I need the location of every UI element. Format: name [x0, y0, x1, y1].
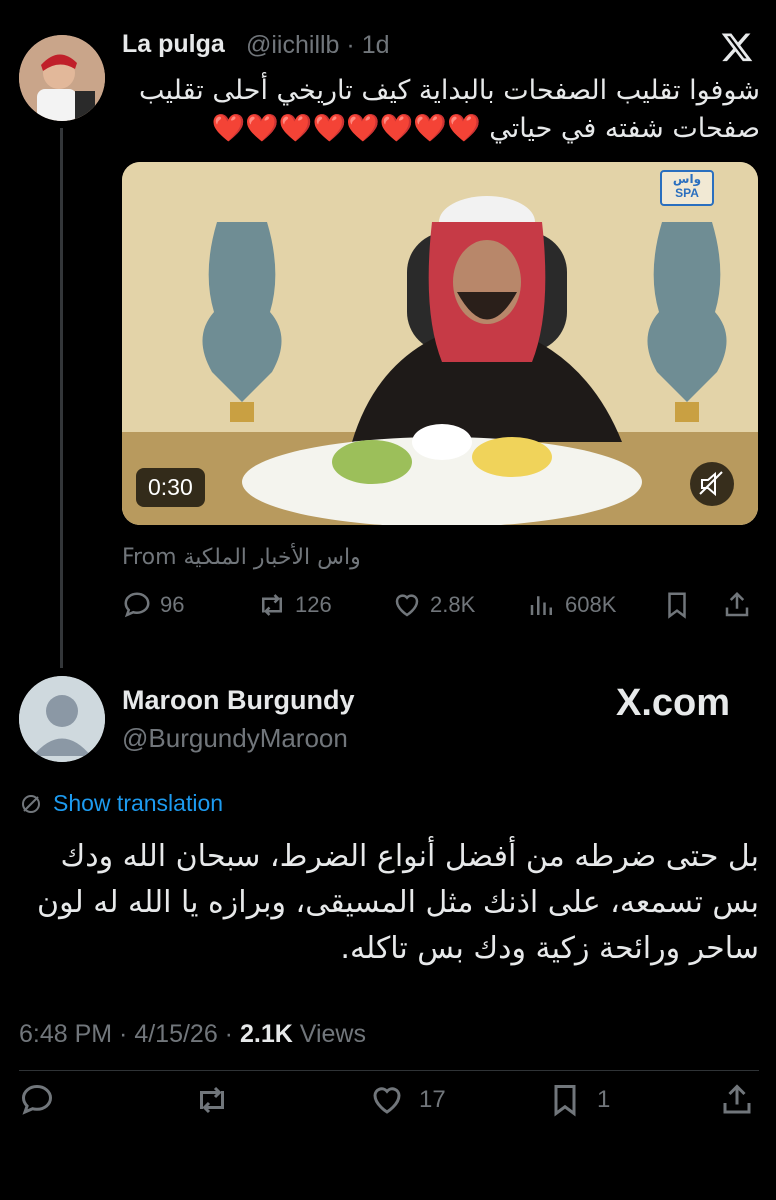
like-button[interactable]: 17: [369, 1082, 446, 1118]
tweet-text: شوفوا تقليب الصفحات بالبداية كيف تاريخي …: [122, 72, 760, 148]
repost-icon: [200, 1086, 224, 1114]
divider: [19, 1070, 759, 1071]
repost-icon: [262, 594, 282, 616]
video-duration: 0:30: [136, 468, 205, 507]
author-handle[interactable]: @iichillb · 1d: [246, 31, 390, 60]
repost-count: 126: [295, 592, 332, 617]
video-player[interactable]: [122, 162, 758, 525]
like-icon: [373, 1087, 401, 1114]
handle-text: @iichillb: [246, 31, 340, 59]
tweet-meta: 6:48 PM · 4/15/26 · 2.1K Views: [19, 1020, 366, 1049]
bookmark-button[interactable]: 1: [547, 1082, 610, 1118]
spa-logo: واس SPA: [660, 170, 714, 206]
timestamp: · 1d: [346, 31, 390, 59]
watermark: X.com: [616, 682, 731, 724]
tweet-actions: 17 1: [19, 1082, 759, 1126]
views-icon: [530, 596, 552, 615]
views-label: Views: [299, 1020, 366, 1048]
bookmark-count: 1: [597, 1086, 611, 1113]
share-icon: [725, 591, 749, 617]
show-translation-label: Show translation: [53, 790, 224, 816]
bookmark-icon: [668, 592, 686, 619]
bookmark-button[interactable]: [662, 590, 692, 620]
repost-button[interactable]: 126: [257, 590, 332, 620]
repost-button[interactable]: [194, 1082, 230, 1118]
avatar[interactable]: [19, 35, 105, 121]
reply-button[interactable]: 96: [122, 590, 184, 620]
thread-connector: [60, 128, 63, 668]
avatar[interactable]: [19, 676, 105, 762]
reply-count: 96: [160, 592, 185, 617]
tweet-text: بل حتى ضرطه من أفضل أنواع الضرط، سبحان ا…: [37, 839, 759, 966]
hearts-emoji: ❤️❤️❤️❤️❤️❤️❤️❤️: [211, 113, 481, 144]
reply-button[interactable]: [19, 1082, 55, 1118]
share-button[interactable]: [719, 1082, 755, 1118]
x-logo-icon: [720, 30, 754, 64]
views-count: 2.1K: [239, 1020, 293, 1048]
mute-icon[interactable]: [690, 462, 734, 506]
author-handle[interactable]: @BurgundyMaroon: [122, 723, 348, 754]
author-name[interactable]: La pulga: [122, 30, 225, 59]
like-button[interactable]: 2.8K: [392, 590, 475, 620]
media-source[interactable]: From واس الأخبار الملكية: [122, 545, 361, 570]
bookmark-icon: [554, 1085, 576, 1117]
timestamp[interactable]: 6:48 PM · 4/15/26 ·: [19, 1020, 233, 1048]
share-button[interactable]: [722, 590, 752, 620]
like-count: 17: [419, 1086, 446, 1113]
author-name[interactable]: Maroon Burgundy: [122, 685, 354, 716]
like-count: 2.8K: [430, 592, 476, 617]
translate-icon: [22, 794, 40, 813]
like-icon: [395, 594, 419, 617]
share-icon: [723, 1084, 751, 1114]
reply-icon: [21, 1084, 53, 1115]
views-count: 608K: [565, 592, 617, 617]
show-translation-link[interactable]: Show translation: [19, 790, 223, 817]
reply-icon: [124, 592, 150, 618]
views-button[interactable]: 608K: [527, 590, 616, 620]
tweet-actions: 96 126 2.8K 608K: [122, 590, 758, 626]
